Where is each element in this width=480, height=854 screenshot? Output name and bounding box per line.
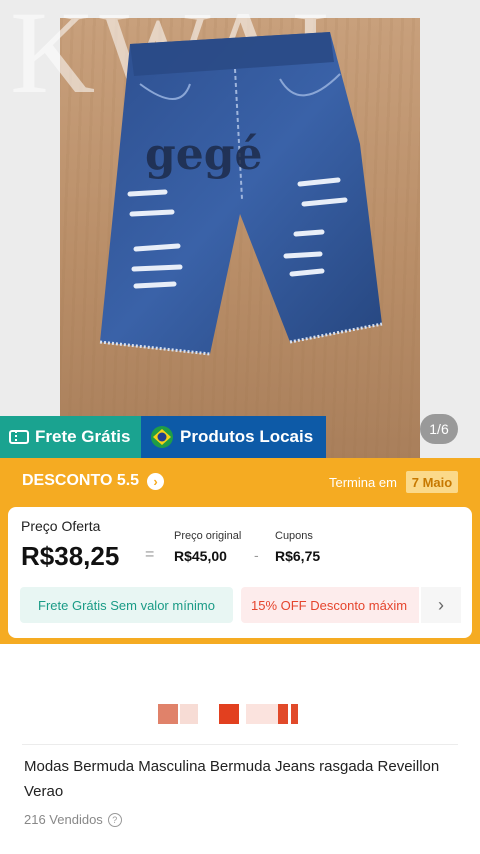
promo-end-label: Termina em <box>329 475 397 490</box>
product-image-carousel[interactable]: KWAI gegé <box>0 0 480 458</box>
thumbnail[interactable] <box>158 704 178 724</box>
original-price-label: Preço original <box>174 530 242 542</box>
promo-end-date: 7 Maio <box>406 471 458 493</box>
free-shipping-badge: Frete Grátis <box>0 416 141 458</box>
chevron-right-icon: › <box>147 472 165 490</box>
divider <box>22 744 458 745</box>
thumbnail[interactable] <box>180 704 198 724</box>
promo-section: DESCONTO 5.5 › Termina em 7 Maio Preço O… <box>0 458 480 644</box>
coupons-label: Cupons <box>275 530 313 542</box>
free-shipping-label: Frete Grátis <box>35 427 131 446</box>
variant-thumbnails <box>0 644 480 744</box>
help-icon[interactable]: ? <box>107 812 122 827</box>
thumbnail[interactable] <box>219 704 239 724</box>
sold-count: 216 Vendidos ? <box>24 812 122 827</box>
free-shipping-chip[interactable]: Frete Grátis Sem valor mínimo <box>20 587 233 623</box>
original-price: R$45,00 <box>174 548 227 564</box>
chevron-right-icon[interactable]: › <box>421 587 461 623</box>
offer-price-label: Preço Oferta <box>21 518 101 534</box>
equals-sign: = <box>145 546 155 563</box>
minus-sign: - <box>254 547 259 563</box>
local-products-label: Produtos Locais <box>180 427 314 446</box>
sold-count-text: 216 Vendidos <box>24 812 103 827</box>
image-counter: 1/6 <box>420 414 458 444</box>
svg-text:gegé: gegé <box>145 129 263 180</box>
promo-title-text: DESCONTO 5.5 <box>22 472 140 489</box>
thumbnail[interactable] <box>246 704 278 724</box>
coupons-value: R$6,75 <box>275 548 321 564</box>
thumbnail[interactable] <box>291 704 298 724</box>
product-title: Modas Bermuda Masculina Bermuda Jeans ra… <box>24 758 440 800</box>
thumbnail[interactable] <box>278 704 288 724</box>
discount-chip[interactable]: 15% OFF Desconto máxim <box>241 587 419 623</box>
brazil-flag-icon <box>151 426 173 448</box>
offer-price: R$38,25 <box>21 541 120 571</box>
price-card: Preço Oferta R$38,25 = Preço original R$… <box>8 507 472 638</box>
promo-title[interactable]: DESCONTO 5.5 › <box>22 472 165 490</box>
denim-shorts-image: gegé <box>99 32 383 356</box>
ticket-icon <box>9 430 29 444</box>
local-products-badge: Produtos Locais <box>141 416 326 458</box>
